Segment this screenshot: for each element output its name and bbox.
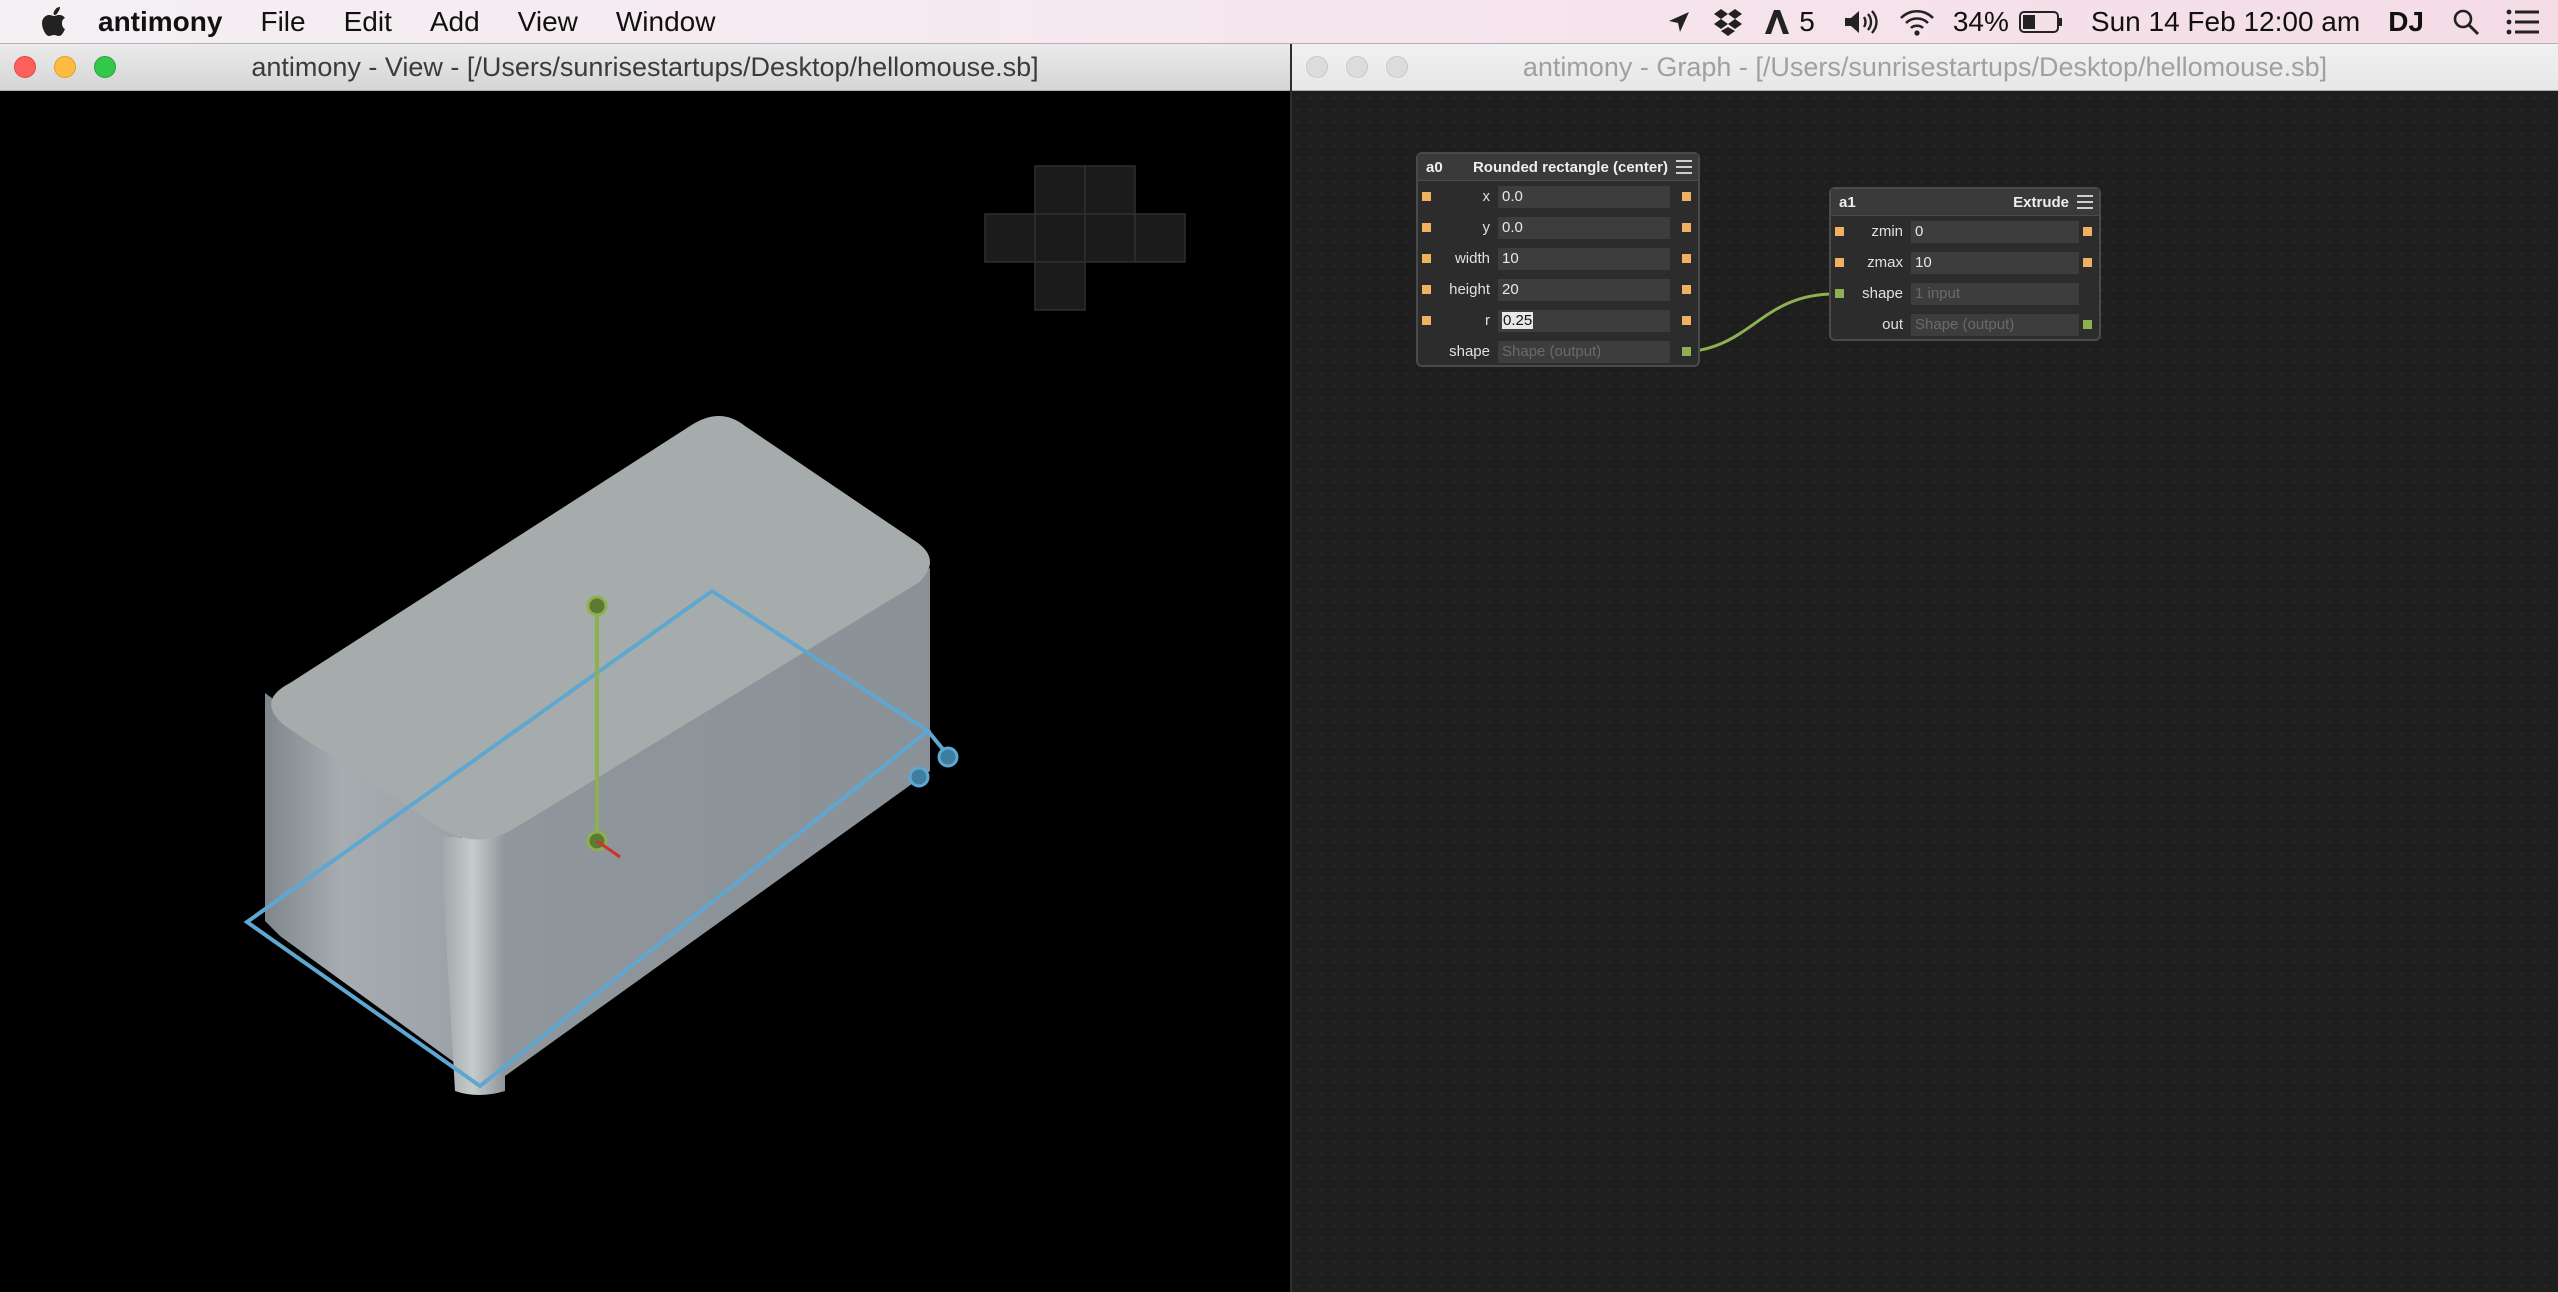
3d-viewport[interactable]	[0, 91, 1290, 1292]
out-output-field: Shape (output)	[1911, 313, 2079, 336]
node-title: Extrude	[2013, 193, 2069, 211]
param-label: r	[1485, 312, 1490, 329]
shape-input-port[interactable]	[1835, 289, 1844, 298]
node-header[interactable]: a0 Rounded rectangle (center)	[1418, 154, 1698, 181]
adobe-count: 5	[1799, 6, 1815, 37]
location-arrow-icon[interactable]	[1667, 10, 1691, 34]
shape-output-port[interactable]	[1682, 347, 1691, 356]
adobe-icon[interactable]	[1763, 8, 1793, 36]
node-rounded-rectangle[interactable]: a0 Rounded rectangle (center) x 0.0 y 0.…	[1416, 152, 1700, 367]
param-row-width: width 10	[1418, 243, 1698, 274]
input-port[interactable]	[1422, 223, 1431, 232]
param-label: y	[1482, 219, 1491, 236]
menu-view[interactable]: View	[518, 6, 578, 38]
view-cube[interactable]	[984, 165, 1186, 311]
selected-text: 0.25	[1502, 312, 1534, 329]
spotlight-search-icon[interactable]	[2452, 8, 2480, 36]
menu-bar: antimony File Edit Add View Window 5 34%…	[0, 0, 2558, 44]
user-name[interactable]: DJ	[2388, 6, 2424, 38]
param-row-zmin: zmin 0	[1831, 216, 2099, 247]
input-port[interactable]	[1422, 192, 1431, 201]
notification-center-icon[interactable]	[2506, 9, 2540, 35]
volume-icon[interactable]	[1843, 8, 1879, 36]
node-id: a1	[1839, 193, 1856, 211]
node-menu-icon[interactable]	[2077, 195, 2093, 209]
battery-percent: 34%	[1952, 6, 2009, 37]
battery-icon[interactable]	[2018, 10, 2063, 34]
param-label: out	[1882, 316, 1903, 333]
param-zmin-field[interactable]: 0	[1911, 220, 2079, 243]
param-label: height	[1449, 281, 1490, 298]
output-port[interactable]	[1682, 223, 1691, 232]
clock[interactable]: Sun 14 Feb 12:00 am	[2091, 6, 2360, 38]
dropbox-icon[interactable]	[1713, 8, 1743, 36]
window-controls	[14, 56, 134, 78]
menu-edit[interactable]: Edit	[344, 6, 392, 38]
apple-icon[interactable]	[40, 6, 68, 37]
param-row-r: r 0.25	[1418, 305, 1698, 336]
menu-file[interactable]: File	[260, 6, 305, 38]
view-window: antimony - View - [/Users/sunrisestartup…	[0, 44, 1290, 1292]
param-row-y: y 0.0	[1418, 212, 1698, 243]
input-port[interactable]	[1422, 316, 1431, 325]
close-button[interactable]	[14, 56, 36, 78]
param-height-field[interactable]: 20	[1498, 278, 1670, 301]
shape-input-field: 1 input	[1911, 282, 2079, 305]
zoom-button[interactable]	[94, 56, 116, 78]
param-label: x	[1482, 188, 1491, 205]
input-port[interactable]	[1835, 258, 1844, 267]
zmax-handle[interactable]	[586, 595, 608, 617]
param-row-height: height 20	[1418, 274, 1698, 305]
node-header[interactable]: a1 Extrude	[1831, 189, 2099, 216]
param-x-field[interactable]: 0.0	[1498, 185, 1670, 208]
output-port[interactable]	[2083, 258, 2092, 267]
shape-output-port[interactable]	[2083, 320, 2092, 329]
param-y-field[interactable]: 0.0	[1498, 216, 1670, 239]
menu-window[interactable]: Window	[616, 6, 716, 38]
node-menu-icon[interactable]	[1676, 160, 1692, 174]
input-port[interactable]	[1422, 285, 1431, 294]
param-label: shape	[1862, 285, 1903, 302]
status-area: 5 34% Sun 14 Feb 12:00 am DJ	[1667, 0, 2558, 44]
app-menu[interactable]: antimony	[98, 6, 222, 38]
param-label: zmax	[1867, 254, 1903, 271]
param-width-field[interactable]: 10	[1498, 247, 1670, 270]
view-window-titlebar[interactable]: antimony - View - [/Users/sunrisestartup…	[0, 44, 1290, 91]
param-row-shape: shape 1 input	[1831, 278, 2099, 309]
param-label: zmin	[1871, 223, 1903, 240]
output-port[interactable]	[1682, 192, 1691, 201]
minimize-button[interactable]	[54, 56, 76, 78]
node-extrude[interactable]: a1 Extrude zmin 0 zmax 10 shape 1 input …	[1829, 187, 2101, 341]
corner-handle-1[interactable]	[937, 746, 959, 768]
output-port[interactable]	[1682, 285, 1691, 294]
input-port[interactable]	[1835, 227, 1844, 236]
shape-output-field: Shape (output)	[1498, 340, 1670, 363]
output-port[interactable]	[1682, 316, 1691, 325]
param-row-out: out Shape (output)	[1831, 309, 2099, 340]
node-id: a0	[1426, 158, 1443, 176]
input-port[interactable]	[1422, 254, 1431, 263]
node-title: Rounded rectangle (center)	[1472, 158, 1668, 176]
menu-add[interactable]: Add	[430, 6, 480, 38]
param-row-x: x 0.0	[1418, 181, 1698, 212]
param-row-shape: shape Shape (output)	[1418, 336, 1698, 367]
param-label: width	[1454, 250, 1490, 267]
graph-window: antimony - Graph - [/Users/sunrisestartu…	[1290, 44, 2558, 1292]
wifi-icon[interactable]	[1899, 8, 1935, 36]
output-port[interactable]	[1682, 254, 1691, 263]
param-r-field[interactable]: 0.25	[1498, 309, 1670, 332]
param-zmax-field[interactable]: 10	[1911, 251, 2079, 274]
output-port[interactable]	[2083, 227, 2092, 236]
corner-handle-2[interactable]	[908, 766, 930, 788]
param-row-zmax: zmax 10	[1831, 247, 2099, 278]
view-window-title: antimony - View - [/Users/sunrisestartup…	[251, 51, 1039, 82]
param-label: shape	[1449, 343, 1490, 360]
